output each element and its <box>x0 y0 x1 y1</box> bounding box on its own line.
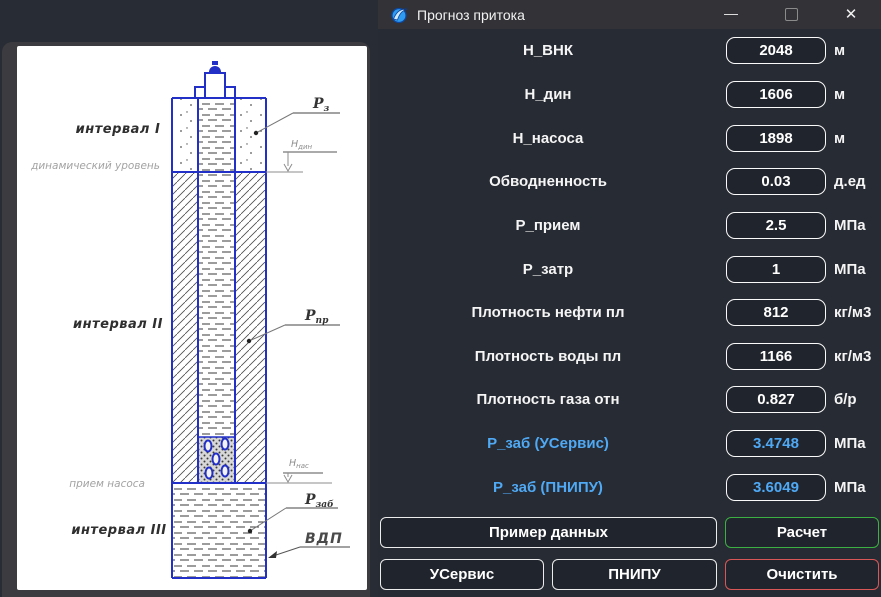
uservice-button[interactable]: УСервис <box>380 559 544 590</box>
form-row: Плотность газа отн б/р <box>378 378 881 422</box>
button-row-2: УСервис ПНИПУ Очистить <box>380 559 879 590</box>
gas-annulus-right <box>235 98 266 172</box>
form-row: Н_ВНК м <box>378 29 881 73</box>
maximize-button[interactable] <box>761 0 821 29</box>
field-unit: м <box>834 129 846 147</box>
field-label: Плотность нефти пл <box>471 304 625 322</box>
field-label: Обводненность <box>489 173 607 191</box>
vdp-leader <box>268 546 350 558</box>
app-logo-icon <box>391 7 408 23</box>
h-pump-label: Ннас <box>289 458 309 470</box>
minimize-button[interactable]: — <box>701 0 761 29</box>
valve-icon <box>209 66 221 72</box>
field-label: Р_затр <box>522 260 574 278</box>
dynamic-level-label: динамический уровень <box>30 160 160 172</box>
field-label: Плотность газа отн <box>476 391 620 409</box>
field-unit: кг/м3 <box>834 304 872 322</box>
dynamic-level-datum <box>266 151 337 173</box>
titlebar: Прогноз притока — ✕ <box>378 0 881 29</box>
field-label: Р_заб (ПНИПУ) <box>493 478 603 496</box>
pump-intake-datum <box>266 472 332 484</box>
form-row-result: Р_заб (УСервис) МПа <box>378 422 881 466</box>
field-label: Н_дин <box>524 85 572 103</box>
field-unit: МПа <box>834 216 866 234</box>
example-data-button[interactable]: Пример данных <box>380 517 717 548</box>
field-unit: МПа <box>834 478 866 496</box>
annulus-liquid-right <box>235 172 266 483</box>
close-button[interactable]: ✕ <box>821 0 881 29</box>
window-title: Прогноз притока <box>417 6 525 23</box>
output-p-zab-uservice[interactable] <box>726 430 826 458</box>
annulus-liquid-left <box>172 172 198 483</box>
minimize-icon: — <box>724 4 738 21</box>
field-label: Н_насоса <box>512 129 584 147</box>
field-unit: б/р <box>834 391 857 409</box>
well-schematic-panel: Ндин Ннас Рз Рпр Рзаб ВДП интервал I дин… <box>17 46 367 590</box>
input-h-din[interactable] <box>726 80 826 108</box>
field-unit: д.ед <box>834 173 866 191</box>
input-p-zatr[interactable] <box>726 255 826 283</box>
tubing-liquid <box>198 98 235 437</box>
vdp-label: ВДП <box>305 531 343 547</box>
p-bottomhole-label: Рзаб <box>304 492 334 510</box>
form-row: Плотность воды пл кг/м3 <box>378 334 881 378</box>
pump-intake-label: прием насоса <box>69 478 145 490</box>
field-unit: м <box>834 42 846 60</box>
gas-annulus-left <box>172 98 198 172</box>
h-dyn-label: Ндин <box>291 139 313 151</box>
input-p-priem[interactable] <box>726 211 826 239</box>
pnipu-button[interactable]: ПНИПУ <box>552 559 717 590</box>
interval1-label: интервал I <box>76 122 161 137</box>
input-gas-density[interactable] <box>726 386 826 414</box>
form-row: Н_дин м <box>378 73 881 117</box>
well-schematic: Ндин Ннас Рз Рпр Рзаб ВДП интервал I дин… <box>30 61 350 579</box>
input-h-vnk[interactable] <box>726 37 826 65</box>
field-unit: кг/м3 <box>834 347 872 365</box>
field-unit: м <box>834 85 846 103</box>
output-p-zab-pnipu[interactable] <box>726 473 826 501</box>
field-unit: МПа <box>834 435 866 453</box>
calculate-button[interactable]: Расчет <box>725 517 879 548</box>
input-obvodnennost[interactable] <box>726 168 826 196</box>
app-window: Прогноз притока — ✕ Н_ВНК м Н_дин м Н_на… <box>378 0 881 597</box>
input-water-density[interactable] <box>726 342 826 370</box>
interval3-label: интервал III <box>71 523 166 538</box>
field-label: Р_прием <box>515 216 581 234</box>
p-annulus-label: Рз <box>312 96 330 114</box>
field-label: Р_заб (УСервис) <box>487 435 609 453</box>
schematic-window: Ндин Ннас Рз Рпр Рзаб ВДП интервал I дин… <box>2 42 370 597</box>
wellhead <box>194 61 236 99</box>
field-label: Плотность воды пл <box>474 347 622 365</box>
form-row: Обводненность д.ед <box>378 160 881 204</box>
input-oil-density[interactable] <box>726 299 826 327</box>
form-row: Р_прием МПа <box>378 204 881 248</box>
p-intake-label: Рпр <box>304 308 329 326</box>
input-form: Н_ВНК м Н_дин м Н_насоса м Обводненность… <box>378 29 881 509</box>
form-row: Плотность нефти пл кг/м3 <box>378 291 881 335</box>
interval2-label: интервал II <box>73 317 163 332</box>
field-label: Н_ВНК <box>523 42 573 60</box>
form-row: Н_насоса м <box>378 116 881 160</box>
input-h-nasosa[interactable] <box>726 124 826 152</box>
form-row: Р_затр МПа <box>378 247 881 291</box>
maximize-icon <box>784 8 798 21</box>
button-row-1: Пример данных Расчет <box>380 517 879 548</box>
close-icon: ✕ <box>844 6 858 23</box>
form-row-result: Р_заб (ПНИПУ) МПа <box>378 465 881 509</box>
field-unit: МПа <box>834 260 866 278</box>
clear-button[interactable]: Очистить <box>725 559 879 590</box>
